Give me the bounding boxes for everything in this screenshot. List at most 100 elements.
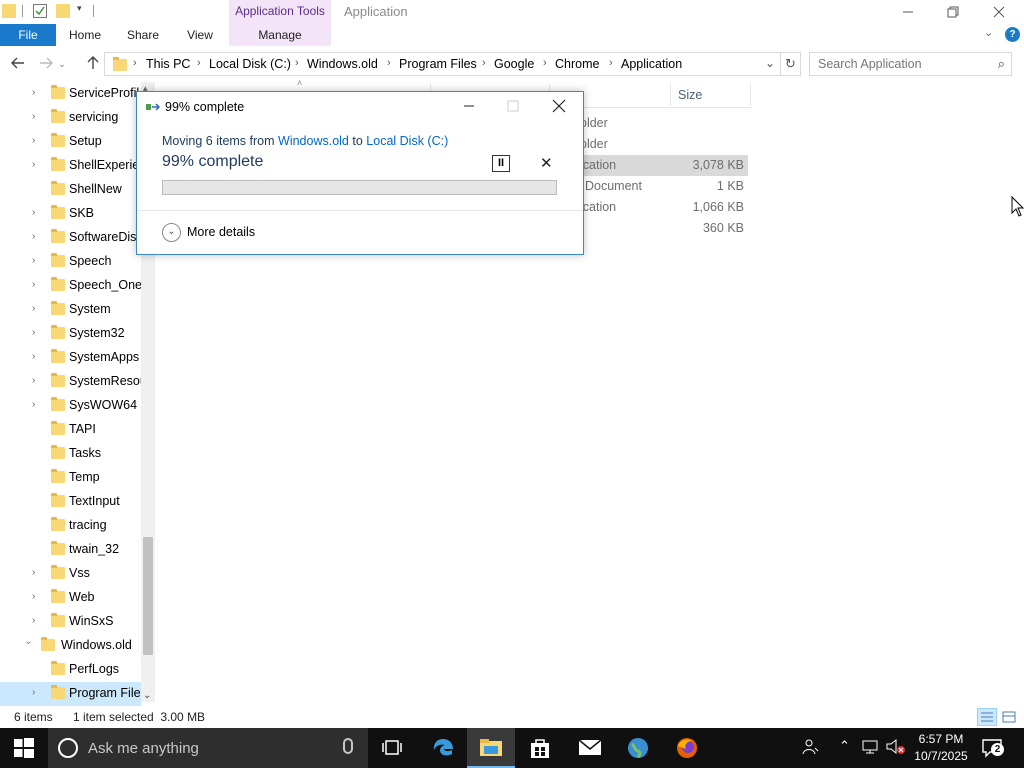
chevron-right-icon[interactable]: › xyxy=(32,159,42,173)
close-button[interactable] xyxy=(976,0,1022,24)
nav-item-skb[interactable]: › SKB xyxy=(0,202,141,226)
people-icon[interactable] xyxy=(802,738,820,759)
taskbar-clock[interactable]: 6:57 PM 10/7/2025 xyxy=(910,731,972,765)
nav-item-tasks[interactable]: Tasks xyxy=(0,442,141,466)
nav-item-systemapps[interactable]: › SystemApps xyxy=(0,346,141,370)
show-hidden-icons-chevron-icon[interactable]: ⌃ xyxy=(839,738,850,754)
chevron-right-icon[interactable]: › xyxy=(32,303,42,317)
address-dropdown-icon[interactable]: ⌄ xyxy=(765,56,775,70)
tab-file[interactable]: File xyxy=(0,24,56,46)
column-divider[interactable] xyxy=(750,84,751,106)
nav-item-textinput[interactable]: TextInput xyxy=(0,490,141,514)
tab-view[interactable]: View xyxy=(179,24,221,46)
dialog-close-button[interactable] xyxy=(537,94,581,118)
properties-icon[interactable] xyxy=(33,4,47,18)
minimize-button[interactable] xyxy=(885,0,931,24)
chevron-right-icon[interactable]: › xyxy=(32,351,42,365)
chevron-right-icon[interactable]: › xyxy=(32,111,42,125)
action-center-button[interactable]: 2 xyxy=(980,736,1006,760)
nav-item-shellnew[interactable]: ShellNew xyxy=(0,178,141,202)
file-explorer-taskbar-button[interactable] xyxy=(467,728,515,768)
nav-item-perflogs[interactable]: PerfLogs xyxy=(0,658,141,682)
nav-item-tracing[interactable]: tracing xyxy=(0,514,141,538)
help-icon[interactable]: ? xyxy=(1005,27,1020,42)
microphone-icon[interactable] xyxy=(343,738,353,754)
breadcrumb-windows-old[interactable]: Windows.old xyxy=(307,57,378,71)
nav-item-vss[interactable]: › Vss xyxy=(0,562,141,586)
edge-taskbar-button[interactable] xyxy=(419,728,467,768)
cancel-button[interactable]: ✕ xyxy=(540,154,553,172)
chevron-right-icon[interactable]: › xyxy=(32,591,42,605)
qa-dropdown-icon[interactable]: ▾ xyxy=(77,3,82,14)
chevron-right-icon[interactable]: › xyxy=(32,615,42,629)
nav-item-system[interactable]: › System xyxy=(0,298,141,322)
chevron-right-icon[interactable]: › xyxy=(32,135,42,149)
breadcrumb-this-pc[interactable]: This PC xyxy=(146,57,190,71)
dialog-minimize-button[interactable] xyxy=(447,94,491,118)
destination-link[interactable]: Local Disk (C:) xyxy=(366,134,448,148)
nav-item-windows-old[interactable]: › Windows.old xyxy=(0,634,141,658)
nav-item-systemresources[interactable]: › SystemResou xyxy=(0,370,147,394)
source-link[interactable]: Windows.old xyxy=(278,134,349,148)
nav-item-winsxs[interactable]: › WinSxS xyxy=(0,610,141,634)
chevron-right-icon[interactable]: › xyxy=(32,255,42,269)
pause-button[interactable]: II xyxy=(492,155,510,172)
restore-button[interactable] xyxy=(930,0,976,24)
breadcrumb-application[interactable]: Application xyxy=(621,57,682,71)
volume-muted-icon[interactable] xyxy=(886,738,906,759)
nav-item-syswow64[interactable]: › SysWOW64 xyxy=(0,394,141,418)
chevron-right-icon[interactable]: › xyxy=(32,87,42,101)
chevron-right-icon[interactable]: › xyxy=(32,231,42,245)
details-view-button[interactable] xyxy=(977,708,997,726)
breadcrumb-program-files[interactable]: Program Files xyxy=(399,57,477,71)
nav-item-shellexperience[interactable]: › ShellExperien xyxy=(0,154,146,178)
nav-item-setup[interactable]: › Setup xyxy=(0,130,141,154)
tab-manage[interactable]: Manage xyxy=(229,24,331,46)
network-app-taskbar-button[interactable] xyxy=(614,728,662,768)
scroll-down-icon[interactable]: ⌄ xyxy=(143,690,151,701)
chevron-right-icon[interactable]: › xyxy=(32,327,42,341)
nav-item-temp[interactable]: Temp xyxy=(0,466,141,490)
nav-scrollbar-thumb[interactable] xyxy=(143,537,153,655)
chevron-right-icon[interactable]: › xyxy=(32,279,42,293)
breadcrumb-google[interactable]: Google xyxy=(494,57,534,71)
chevron-down-icon[interactable]: › xyxy=(20,641,34,651)
chevron-right-icon[interactable]: › xyxy=(32,399,42,413)
column-size[interactable]: Size xyxy=(678,88,702,102)
ribbon-expand-icon[interactable]: ⌄ xyxy=(984,26,993,39)
chevron-right-icon[interactable]: › xyxy=(32,207,42,221)
chevron-right-icon[interactable]: › xyxy=(32,567,42,581)
new-folder-icon[interactable] xyxy=(56,4,70,18)
chevron-right-icon[interactable]: › xyxy=(32,375,42,389)
store-taskbar-button[interactable] xyxy=(516,728,564,768)
task-view-button[interactable] xyxy=(368,728,416,768)
address-bar[interactable]: › This PC › Local Disk (C:) › Windows.ol… xyxy=(104,52,781,76)
nav-item-softwaredistribution[interactable]: › SoftwareDistr xyxy=(0,226,144,250)
nav-item-program-files[interactable]: › Program Files xyxy=(0,682,147,706)
mail-taskbar-button[interactable] xyxy=(566,728,614,768)
chevron-down-icon[interactable]: ⌄ xyxy=(162,223,181,242)
breadcrumb-chrome[interactable]: Chrome xyxy=(555,57,599,71)
forward-button[interactable] xyxy=(37,55,55,73)
recent-locations-button[interactable]: ⌄ xyxy=(57,55,67,73)
nav-item-speech-onecore[interactable]: › Speech_OneC xyxy=(0,274,151,298)
column-divider[interactable] xyxy=(670,84,671,106)
search-box[interactable]: ⌕ xyxy=(809,52,1012,76)
start-button[interactable] xyxy=(0,728,48,768)
nav-item-twain-32[interactable]: twain_32 xyxy=(0,538,141,562)
nav-item-tapi[interactable]: TAPI xyxy=(0,418,141,442)
more-details-label[interactable]: More details xyxy=(187,225,255,239)
search-input[interactable] xyxy=(818,54,988,74)
nav-item-system32[interactable]: › System32 xyxy=(0,322,141,346)
tab-home[interactable]: Home xyxy=(64,24,106,46)
breadcrumb-local-disk[interactable]: Local Disk (C:) xyxy=(209,57,291,71)
tab-share[interactable]: Share xyxy=(121,24,165,46)
firefox-taskbar-button[interactable] xyxy=(663,728,711,768)
nav-item-web[interactable]: › Web xyxy=(0,586,141,610)
up-button[interactable] xyxy=(84,55,102,73)
nav-item-speech[interactable]: › Speech xyxy=(0,250,141,274)
chevron-right-icon[interactable]: › xyxy=(32,687,42,701)
cortana-search-box[interactable]: Ask me anything xyxy=(48,728,368,768)
search-icon[interactable]: ⌕ xyxy=(998,56,1005,72)
nav-item-serviceprofiles[interactable]: › ServiceProfil xyxy=(0,82,141,106)
